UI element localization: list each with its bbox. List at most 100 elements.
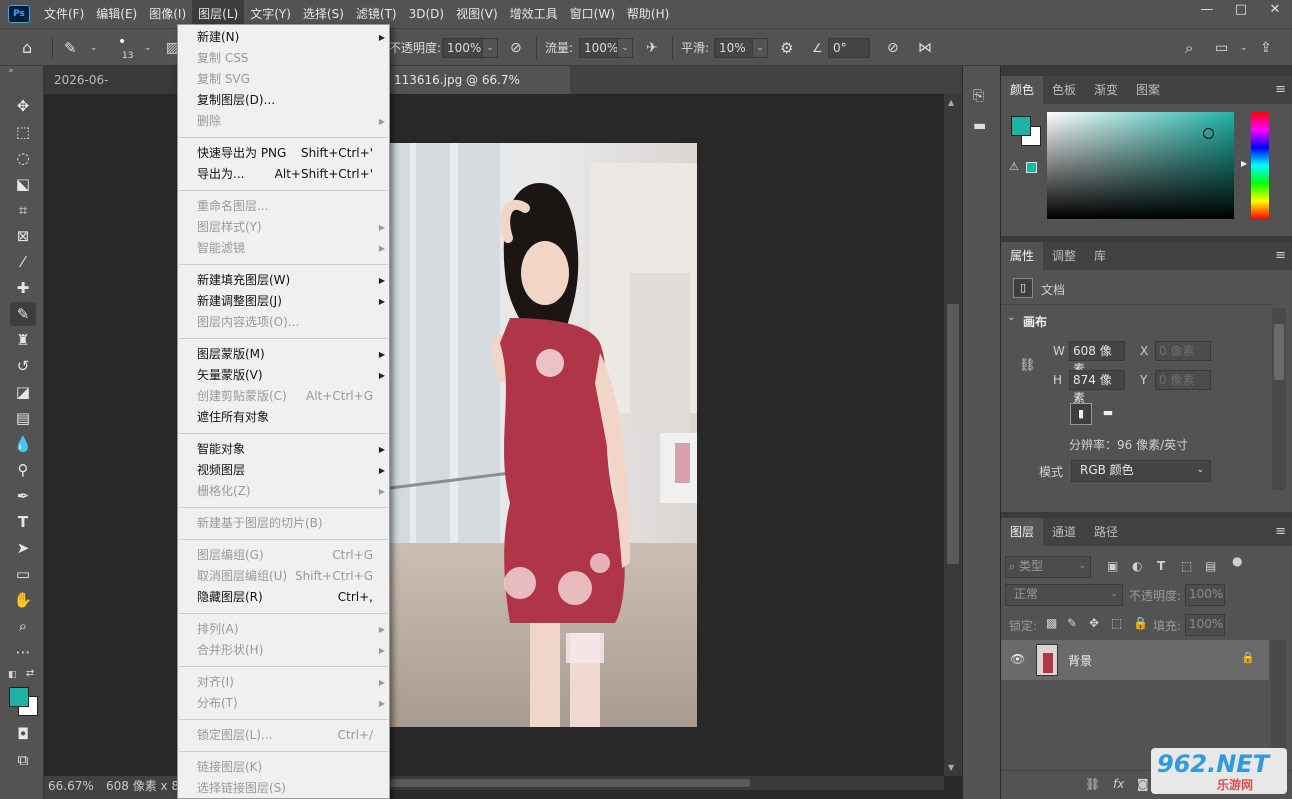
zoom-level[interactable]: 66.67% [48, 776, 94, 796]
height-field[interactable]: 874 像素 [1069, 370, 1125, 405]
chevron-down-icon[interactable]: ⌄ [90, 38, 98, 58]
blend-mode-select[interactable]: 正常 ⌄ [1005, 584, 1123, 606]
gradient-tool-icon[interactable]: ▤ [10, 406, 36, 430]
horizontal-scrollbar[interactable] [390, 776, 944, 790]
tab-color[interactable]: 颜色 [1001, 76, 1044, 104]
layer-menu-item[interactable]: 复制 CSS [197, 48, 373, 69]
default-colors-icon[interactable]: ◧ [8, 670, 17, 680]
layer-menu-item[interactable]: 取消图层编组(U) Shift+Ctrl+G [197, 566, 373, 587]
screen-mode-icon[interactable]: ⧉ [10, 748, 36, 772]
crop-tool-icon[interactable]: ⌗ [10, 198, 36, 222]
layer-menu-item[interactable]: 栅格化(Z) ▶ [197, 481, 385, 502]
filter-type-icon[interactable]: T [1157, 559, 1165, 573]
link-layers-icon[interactable]: ⛓ [1085, 777, 1100, 791]
layer-menu-item[interactable]: 复制 SVG [197, 69, 373, 90]
layer-menu-item[interactable]: 新建填充图层(W) ▶ [197, 270, 385, 291]
panel-menu-icon[interactable]: ≡ [1275, 524, 1286, 539]
layer-menu-item[interactable]: 矢量蒙版(V) ▶ [197, 365, 385, 386]
angle-field[interactable]: 0° [828, 38, 870, 58]
layer-name[interactable]: 背景 [1068, 652, 1092, 669]
menu-item[interactable]: 帮助(H) [621, 0, 675, 28]
filter-smart-object-icon[interactable]: ▤ [1205, 559, 1216, 573]
hue-slider-handle[interactable]: ▶ [1241, 159, 1247, 168]
horizontal-scroll-thumb[interactable] [390, 779, 750, 787]
menu-item[interactable]: 文件(F) [38, 0, 90, 28]
gear-icon[interactable]: ⚙ [780, 38, 793, 58]
layer-opacity-field[interactable]: 100% [1185, 584, 1225, 606]
layer-menu-item[interactable]: 智能对象 ▶ [197, 439, 385, 460]
frame-tool-icon[interactable]: ⊠ [10, 224, 36, 248]
fx-icon[interactable]: fx [1113, 777, 1124, 791]
layer-menu-item[interactable]: 图层内容选项(O)... [197, 312, 373, 333]
history-icon[interactable]: ⎘ [973, 88, 984, 104]
width-field[interactable]: 608 像素 [1069, 341, 1125, 376]
brush-tool-icon[interactable]: ✎ [64, 38, 77, 58]
layer-menu-item[interactable]: 图层样式(Y) ▶ [197, 217, 385, 238]
swap-colors-icon[interactable]: ⇄ [26, 668, 34, 679]
marquee-tool-icon[interactable]: ⬚ [10, 120, 36, 144]
layer-menu-item[interactable]: 重命名图层... [197, 196, 373, 217]
layer-menu-item[interactable]: 新建基于图层的切片(B) [197, 513, 373, 534]
lock-transparent-icon[interactable]: ▩ [1046, 616, 1057, 630]
menu-item[interactable]: 窗口(W) [564, 0, 621, 28]
color-fg-swatch[interactable] [1011, 116, 1031, 136]
pressure-size-icon[interactable]: ⊘ [887, 38, 899, 58]
layer-menu-item[interactable]: 图层蒙版(M) ▶ [197, 344, 385, 365]
landscape-orientation-icon[interactable]: ▬ [1097, 403, 1119, 425]
tab-patterns[interactable]: 图案 [1127, 76, 1169, 104]
panel-menu-icon[interactable]: ≡ [1275, 248, 1286, 263]
tab-adjustments[interactable]: 调整 [1043, 242, 1085, 270]
airbrush-icon[interactable]: ✈ [646, 38, 658, 58]
lasso-tool-icon[interactable]: ◌ [10, 146, 36, 170]
layer-menu-item[interactable]: 排列(A) ▶ [197, 619, 385, 640]
rectangle-tool-icon[interactable]: ▭ [10, 562, 36, 586]
vertical-scrollbar[interactable]: ▲ ▼ [944, 94, 962, 776]
layer-menu-item[interactable]: 新建调整图层(J) ▶ [197, 291, 385, 312]
restore-button[interactable]: □ [1224, 0, 1258, 22]
clone-stamp-tool-icon[interactable]: ♜ [10, 328, 36, 352]
tab-channels[interactable]: 通道 [1043, 518, 1085, 546]
fill-field[interactable]: 100% [1185, 614, 1225, 636]
layer-menu-item[interactable]: 创建剪贴蒙版(C) Alt+Ctrl+G [197, 386, 373, 407]
object-select-tool-icon[interactable]: ⬕ [10, 172, 36, 196]
lock-image-icon[interactable]: ✎ [1067, 616, 1077, 630]
tab-document-1[interactable]: 2026-06-09_113526.jpg [44, 66, 178, 115]
move-tool-icon[interactable]: ✥ [10, 94, 36, 118]
layer-menu-item[interactable]: 隐藏图层(R) Ctrl+, [197, 587, 373, 608]
close-button[interactable]: ✕ [1258, 0, 1292, 22]
smooth-dropdown[interactable]: ⌄ [752, 38, 768, 58]
x-field[interactable]: 0 像素 [1155, 341, 1211, 361]
tab-swatches[interactable]: 色板 [1043, 76, 1085, 104]
menu-item[interactable]: 3D(D) [403, 0, 450, 28]
hue-slider[interactable] [1251, 112, 1269, 219]
tab-layers[interactable]: 图层 [1001, 518, 1044, 546]
menu-item[interactable]: 编辑(E) [90, 0, 143, 28]
filter-pixel-icon[interactable]: ▣ [1107, 559, 1118, 573]
layer-menu-item[interactable]: 删除 ▶ [197, 111, 385, 132]
lock-artboard-icon[interactable]: ⬚ [1111, 616, 1122, 630]
chevron-down-icon[interactable]: ⌄ [1240, 38, 1248, 58]
tab-libraries[interactable]: 库 [1085, 242, 1115, 270]
filter-toggle-icon[interactable]: ● [1232, 554, 1242, 568]
share-icon[interactable]: ⇪ [1260, 38, 1272, 58]
lock-all-icon[interactable]: 🔒 [1133, 616, 1148, 630]
chevron-down-icon[interactable]: ⌄ [144, 38, 152, 58]
type-tool-icon[interactable]: T [10, 510, 36, 534]
workspace-icon[interactable]: ▭ [1215, 38, 1228, 58]
opacity-dropdown[interactable]: ⌄ [482, 38, 498, 58]
history-brush-tool-icon[interactable]: ↺ [10, 354, 36, 378]
y-field[interactable]: 0 像素 [1155, 370, 1211, 390]
filter-adjustment-icon[interactable]: ◐ [1132, 559, 1142, 573]
flow-field[interactable]: 100% [579, 38, 619, 58]
eyedropper-tool-icon[interactable]: ⁄ [10, 250, 36, 274]
blur-tool-icon[interactable]: 💧 [10, 432, 36, 456]
hand-tool-icon[interactable]: ✋ [10, 588, 36, 612]
chevron-down-icon[interactable]: ⌄ [1007, 312, 1015, 323]
more-tools-icon[interactable]: ⋯ [10, 640, 36, 664]
color-picker-cursor[interactable] [1203, 128, 1214, 139]
properties-scrollbar[interactable] [1272, 308, 1286, 490]
layer-menu-item[interactable]: 遮住所有对象 [197, 407, 373, 428]
color-picker-field[interactable] [1047, 112, 1234, 219]
search-icon[interactable]: ⌕ [1185, 38, 1193, 58]
layer-filter-select[interactable]: ⌕ 类型 ⌄ [1005, 556, 1091, 578]
